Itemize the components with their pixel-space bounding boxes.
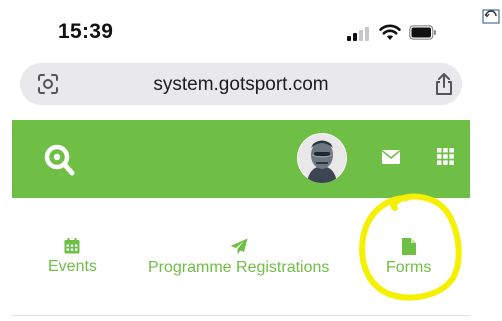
nav-item-programme-registrations[interactable]: Programme Registrations: [148, 238, 329, 277]
url-text[interactable]: system.gotsport.com: [20, 74, 462, 96]
nav-item-events[interactable]: Events: [48, 238, 97, 276]
calendar-icon: [64, 238, 80, 254]
mail-icon[interactable]: [382, 150, 400, 164]
status-time: 15:39: [58, 20, 114, 43]
divider: [12, 315, 470, 316]
apps-grid-icon[interactable]: [437, 148, 454, 165]
top-navigation-bar: [12, 120, 470, 198]
avatar[interactable]: [297, 133, 347, 183]
battery-icon: [409, 25, 436, 40]
nav-label-programme-registrations: Programme Registrations: [148, 259, 330, 276]
status-bar: 15:39: [0, 0, 470, 60]
yellow-highlight-annotation: [359, 193, 462, 301]
partial-app-icon: [482, 9, 500, 24]
paper-plane-icon: [230, 238, 248, 255]
logo-icon[interactable]: [42, 142, 76, 176]
nav-label-events: Events: [48, 258, 97, 275]
address-bar[interactable]: system.gotsport.com: [20, 63, 462, 105]
cellular-signal-icon: [347, 27, 371, 41]
wifi-icon: [379, 24, 401, 40]
share-icon[interactable]: [434, 72, 454, 96]
